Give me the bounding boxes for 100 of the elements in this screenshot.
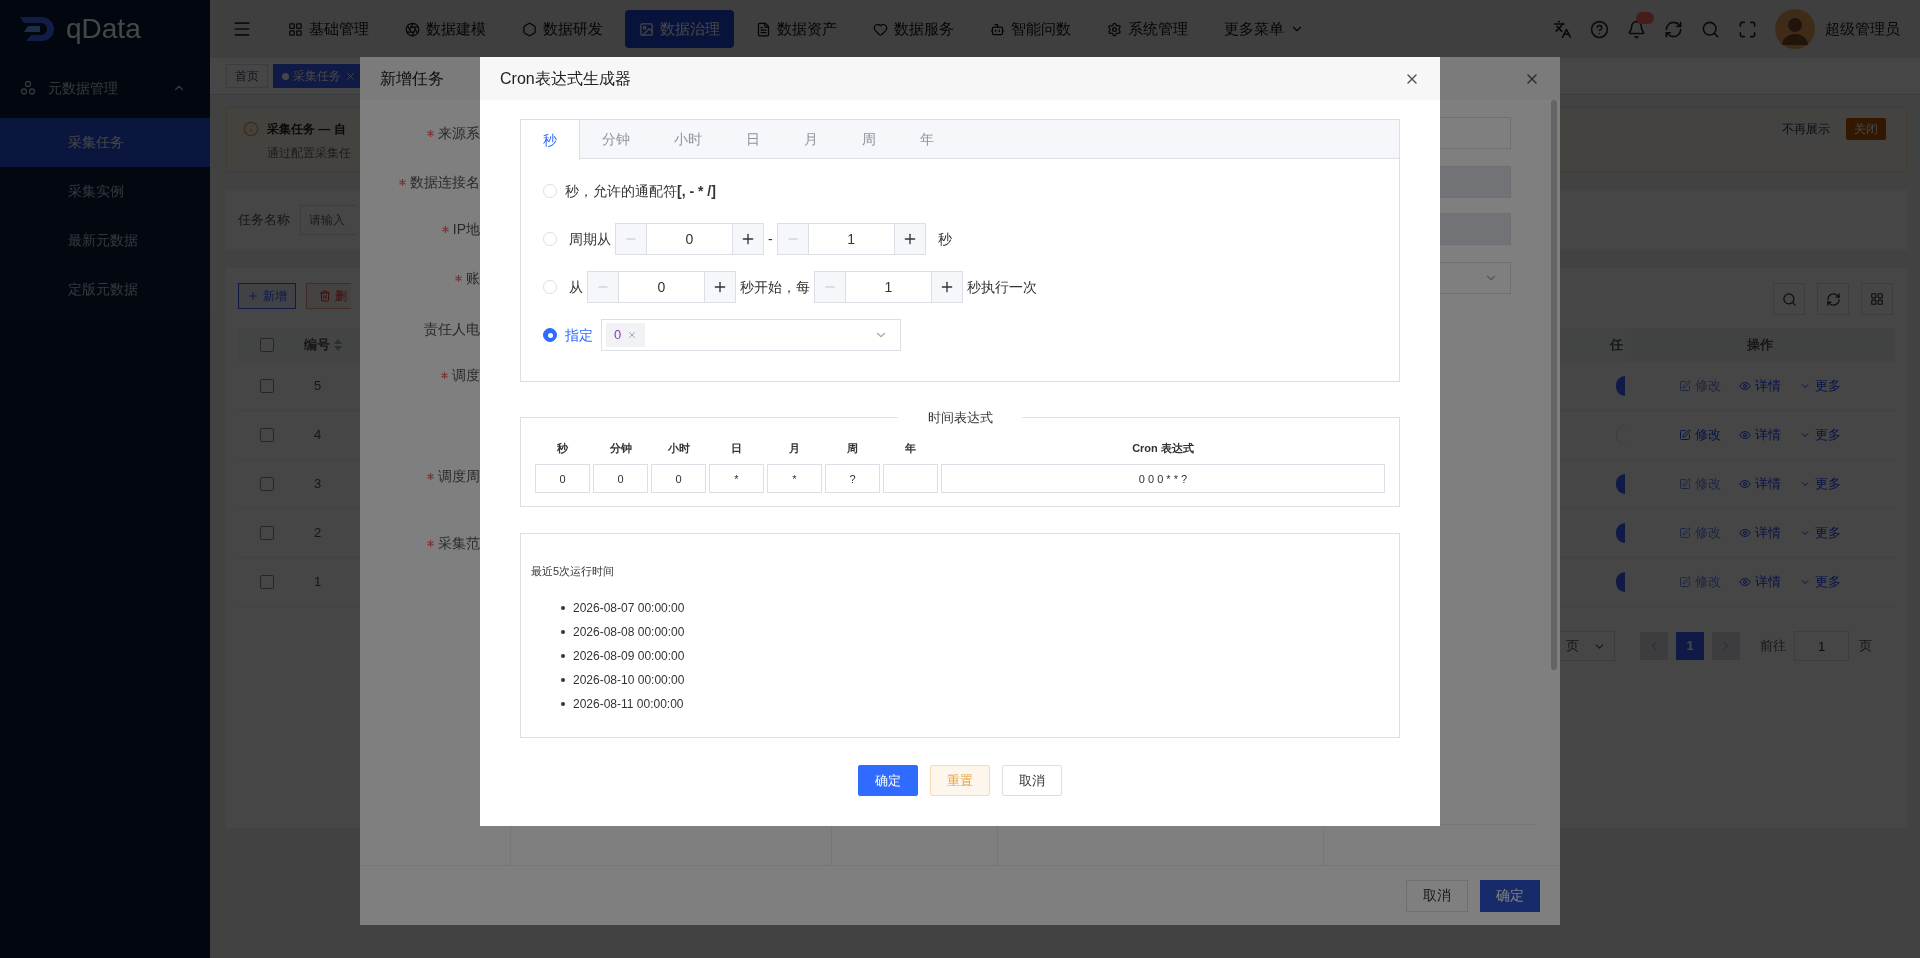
tab[interactable]: 周 <box>840 120 898 159</box>
decrement-button[interactable] <box>615 223 647 255</box>
menu-icon[interactable] <box>232 19 252 39</box>
eye-icon <box>1739 429 1751 441</box>
tab[interactable]: 秒 <box>521 120 580 160</box>
checkbox[interactable] <box>260 338 274 352</box>
option-label: 秒，允许的通配符[, - * /] <box>565 181 716 201</box>
field-label: IP地 <box>452 219 480 239</box>
grid-icon <box>1870 292 1884 306</box>
nav-item[interactable]: 智能问数 <box>976 10 1085 48</box>
notification-badge <box>1636 11 1654 24</box>
field-label: 调度 <box>452 365 480 385</box>
tab[interactable]: 月 <box>782 120 840 159</box>
run-time: 2026-08-10 00:00:00 <box>573 672 685 689</box>
help-icon[interactable] <box>1590 19 1609 39</box>
radio-button[interactable] <box>543 328 557 342</box>
search-icon <box>1781 291 1797 307</box>
increment-button[interactable] <box>732 223 764 255</box>
fullscreen-icon[interactable] <box>1738 19 1757 39</box>
bullet-icon <box>561 678 565 682</box>
checkbox[interactable] <box>260 526 274 540</box>
bullet-icon <box>561 606 565 610</box>
nav-item[interactable]: 数据资产 <box>742 10 851 48</box>
increment-button[interactable] <box>893 223 926 255</box>
tab[interactable]: 年 <box>898 120 956 159</box>
expression-header: 年 <box>905 441 916 456</box>
expression-header: 周 <box>847 441 858 456</box>
confirm-button[interactable]: 确定 <box>1480 879 1540 912</box>
field-label: 采集范 <box>438 533 480 553</box>
run-time: 2026-08-07 00:00:00 <box>573 600 685 617</box>
checkbox[interactable] <box>260 575 274 589</box>
expression-field[interactable] <box>883 464 938 493</box>
eye-icon <box>1739 527 1751 539</box>
dialog-button[interactable]: 取消 <box>1002 765 1062 796</box>
required-mark <box>427 539 434 547</box>
expression-field[interactable]: * <box>767 464 822 493</box>
nav-item[interactable]: 数据研发 <box>508 10 617 48</box>
edit-icon <box>1679 527 1691 539</box>
search-button[interactable] <box>1773 283 1805 315</box>
refresh-button[interactable] <box>1817 283 1849 315</box>
translate-icon[interactable] <box>1553 19 1572 39</box>
increment-button[interactable] <box>704 271 736 303</box>
search-icon[interactable] <box>1701 19 1720 39</box>
required-mark <box>441 225 449 233</box>
bell-icon[interactable] <box>1627 19 1646 39</box>
robot-icon <box>990 21 1005 37</box>
dialog-button[interactable]: 重置 <box>930 765 990 796</box>
avatar[interactable] <box>1775 9 1815 49</box>
toggle-switch[interactable] <box>1616 376 1625 396</box>
refresh-icon[interactable] <box>1664 19 1683 39</box>
specify-select[interactable]: 0 <box>601 319 901 351</box>
toggle-switch[interactable] <box>1616 474 1625 494</box>
decrement-button[interactable] <box>587 271 619 303</box>
bullet-icon <box>561 654 565 658</box>
decrement-button[interactable] <box>776 223 809 255</box>
close-button[interactable]: 关闭 <box>1846 118 1886 140</box>
cron-expression-field[interactable]: 0 0 0 * * ? <box>941 464 1385 493</box>
decrement-button[interactable] <box>814 271 846 303</box>
remove-icon <box>627 330 638 340</box>
checkbox[interactable] <box>260 428 274 442</box>
goto-field[interactable]: 1 <box>1794 631 1849 661</box>
nav-item[interactable]: 数据建模 <box>391 10 500 48</box>
option-label: 秒开始，每 <box>740 277 810 297</box>
option-label: 指定 <box>565 325 593 345</box>
expression-field[interactable]: 0 <box>651 464 706 493</box>
option-label: 秒 <box>937 229 952 249</box>
expression-header: Cron 表达式 <box>1132 441 1194 456</box>
expression-header: 秒 <box>557 441 568 456</box>
checkbox[interactable] <box>260 379 274 393</box>
option-label: - <box>768 229 773 249</box>
next-page-button[interactable] <box>1712 632 1740 660</box>
number-field[interactable]: 1 <box>808 223 894 255</box>
required-mark <box>399 178 406 186</box>
nav-item[interactable]: 系统管理 <box>1093 10 1202 48</box>
increment-button[interactable] <box>931 271 963 303</box>
plus-icon <box>740 231 756 247</box>
columns-button[interactable] <box>1861 283 1893 315</box>
required-mark <box>427 129 434 137</box>
toggle-switch[interactable] <box>1616 523 1625 543</box>
dialog-button[interactable]: 确定 <box>858 765 918 796</box>
tag[interactable]: 0 <box>606 323 646 347</box>
field-label: 调度周 <box>438 466 480 486</box>
required-mark <box>427 472 434 480</box>
expression-field[interactable]: 0 <box>593 464 648 493</box>
checkbox[interactable] <box>260 477 274 491</box>
cancel-button[interactable]: 取消 <box>1406 879 1468 912</box>
edit-icon <box>1679 576 1691 588</box>
brand-name: qData <box>66 12 141 46</box>
scrollbar[interactable] <box>1551 100 1557 670</box>
refresh-icon <box>1825 291 1841 307</box>
expression-field[interactable]: 0 <box>535 464 590 493</box>
more-menu[interactable]: 更多菜单 <box>1210 10 1318 48</box>
toggle-switch[interactable] <box>1616 572 1625 592</box>
tab[interactable]: 日 <box>724 120 782 159</box>
expression-field[interactable]: * <box>709 464 764 493</box>
nav-item[interactable]: 基础管理 <box>274 10 383 48</box>
expression-field[interactable]: ? <box>825 464 880 493</box>
tab[interactable]: 分钟 <box>580 120 652 159</box>
tab[interactable]: 小时 <box>652 120 724 159</box>
nav-item[interactable]: 数据服务 <box>859 10 968 48</box>
